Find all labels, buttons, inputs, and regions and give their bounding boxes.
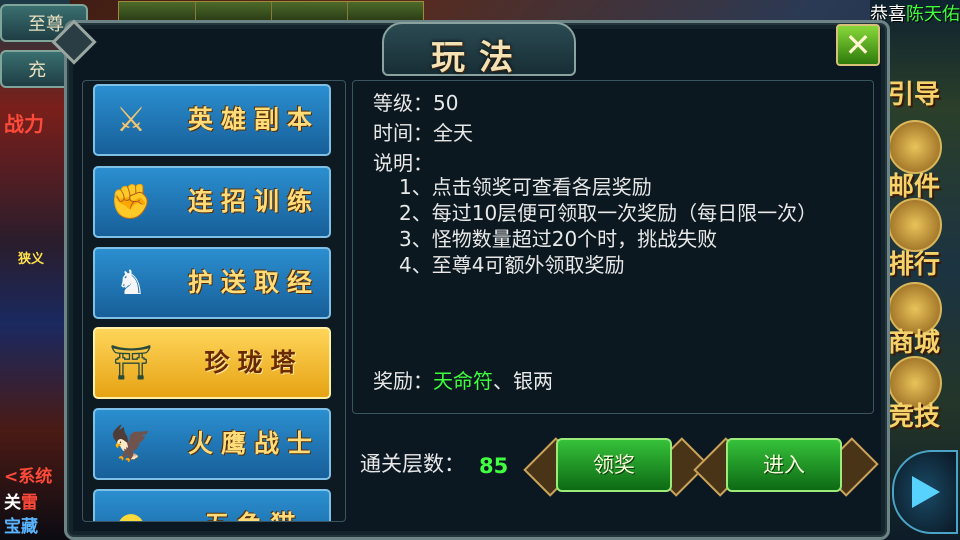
next-arrow-button[interactable] [892, 450, 958, 534]
mode-info-panel: 等级：50 时间：全天 说明： 1、点击领奖可查看各层奖励 2、每过10层便可领… [352, 80, 874, 414]
mode-item-escort[interactable]: ♞ 护送取经 [93, 247, 331, 319]
mode-item-label: 英雄副本 [187, 105, 320, 134]
desc-line: 4、至尊4可额外领取奖励 [399, 253, 625, 277]
floors-cleared-value: 85 [479, 454, 509, 478]
time-row: 时间：全天 [373, 117, 473, 146]
close-button[interactable]: ✕ [836, 24, 880, 66]
reward-label: 奖励： [373, 369, 433, 393]
mode-item-pagoda[interactable]: ⛩ 珍珑塔 [93, 327, 331, 399]
desc-line: 3、怪物数量超过20个时，挑战失败 [399, 227, 718, 251]
guide-label[interactable]: 引导 [888, 74, 940, 111]
chat-line-1: 关雷 [4, 488, 38, 513]
experience-bar [118, 1, 424, 21]
right-arrow-icon [912, 476, 940, 508]
mode-item-label: 火鹰战士 [187, 429, 320, 458]
system-chat-line: <系统 [4, 467, 53, 487]
level-label: 等级： [373, 91, 433, 115]
close-x-icon: ✕ [844, 26, 872, 64]
time-label: 时间： [373, 121, 433, 145]
crossed-swords-icon: ⚔ [115, 100, 147, 140]
white-horse-icon: ♞ [115, 263, 147, 303]
mode-item-combo-training[interactable]: ✊ 连招训练 [93, 166, 331, 238]
dialog-title: 玩法 [431, 38, 527, 78]
fire-hawk-icon: 🦅 [109, 424, 153, 464]
shop-label[interactable]: 商城 [888, 322, 940, 359]
claim-button-label: 领奖 [556, 438, 672, 492]
reward-row: 奖励：天命符、银两 [373, 365, 553, 394]
mode-item-label: 护送取经 [187, 268, 320, 297]
desc-line: 1、点击领奖可查看各层奖励 [399, 175, 652, 199]
reward-rest: 、银两 [493, 369, 553, 393]
mode-item-partial[interactable]: ● 五色猫 [93, 489, 331, 521]
floors-cleared-label: 通关层数： [360, 452, 465, 476]
chat-line-2: 宝藏 [4, 517, 38, 537]
reward-highlight: 天命符 [433, 369, 493, 393]
fist-flame-icon: ✊ [109, 182, 153, 222]
level-row: 等级：50 [373, 87, 458, 116]
mode-item-label: 珍珑塔 [204, 348, 304, 377]
faction-label: 狭义 [18, 252, 45, 267]
ranking-label[interactable]: 排行 [888, 244, 940, 281]
time-value: 全天 [433, 121, 473, 145]
mode-item-label: 五色猫 [179, 491, 329, 521]
mode-item-fire-hawk[interactable]: 🦅 火鹰战士 [93, 408, 331, 480]
mode-list[interactable]: ⚔ 英雄副本 ✊ 连招训练 ♞ 护送取经 ⛩ 珍珑塔 🦅 火鹰战士 ● 五色猫 [82, 80, 346, 522]
level-value: 50 [433, 91, 459, 115]
arena-label[interactable]: 竞技 [888, 396, 940, 433]
mode-item-label: 连招训练 [187, 187, 320, 216]
dialog-title-plate: 玩法 [382, 22, 576, 78]
pagoda-icon: ⛩ [109, 343, 153, 383]
chat-frag-1: 关 [4, 493, 21, 513]
desc-line: 2、每过10层便可领取一次奖励（每日限一次） [399, 201, 818, 225]
mode-item-hero-dungeon[interactable]: ⚔ 英雄副本 [93, 84, 331, 156]
gold-orb-icon: ● [105, 501, 157, 521]
combat-power-label: 战力 [4, 112, 44, 136]
chat-frag-2: 雷 [21, 493, 38, 513]
enter-button-label: 进入 [726, 438, 842, 492]
broadcast-player-name: 陈天佑 [906, 4, 960, 25]
enter-button[interactable]: 进入 [693, 436, 879, 497]
claim-reward-button[interactable]: 领奖 [523, 436, 709, 497]
